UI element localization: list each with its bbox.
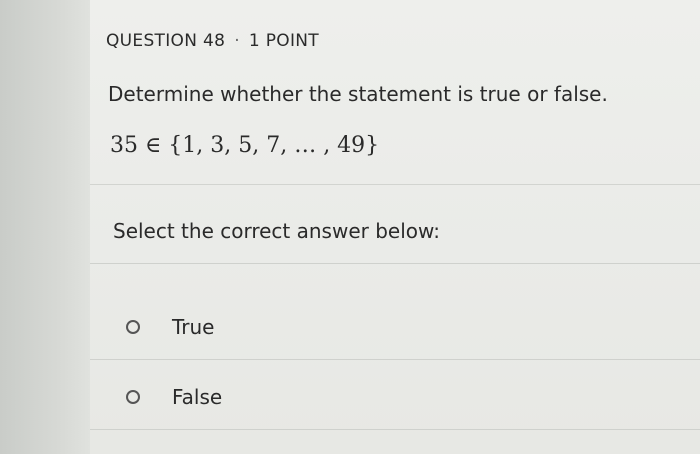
left-margin [0,0,90,454]
answer-option-false[interactable]: False [90,365,700,429]
answer-option-true[interactable]: True [90,295,700,359]
radio-button-icon[interactable] [126,320,140,334]
divider [90,359,700,360]
header-separator: · [234,31,240,51]
quiz-screen: QUESTION 48 · 1 POINT Determine whether th… [0,0,700,454]
question-prompt: Determine whether the statement is true … [108,82,608,106]
math-statement: 35 ∈ {1, 3, 5, 7, … , 49} [110,133,380,158]
answer-instruction: Select the correct answer below: [113,219,441,243]
answer-option-label: True [172,315,215,339]
question-points: 1 POINT [248,31,319,51]
radio-button-icon[interactable] [126,390,140,404]
divider [90,263,700,264]
question-number: QUESTION 48 [106,31,226,51]
divider [90,429,700,430]
answer-option-label: False [172,385,223,409]
question-header: QUESTION 48 · 1 POINT [106,31,319,51]
